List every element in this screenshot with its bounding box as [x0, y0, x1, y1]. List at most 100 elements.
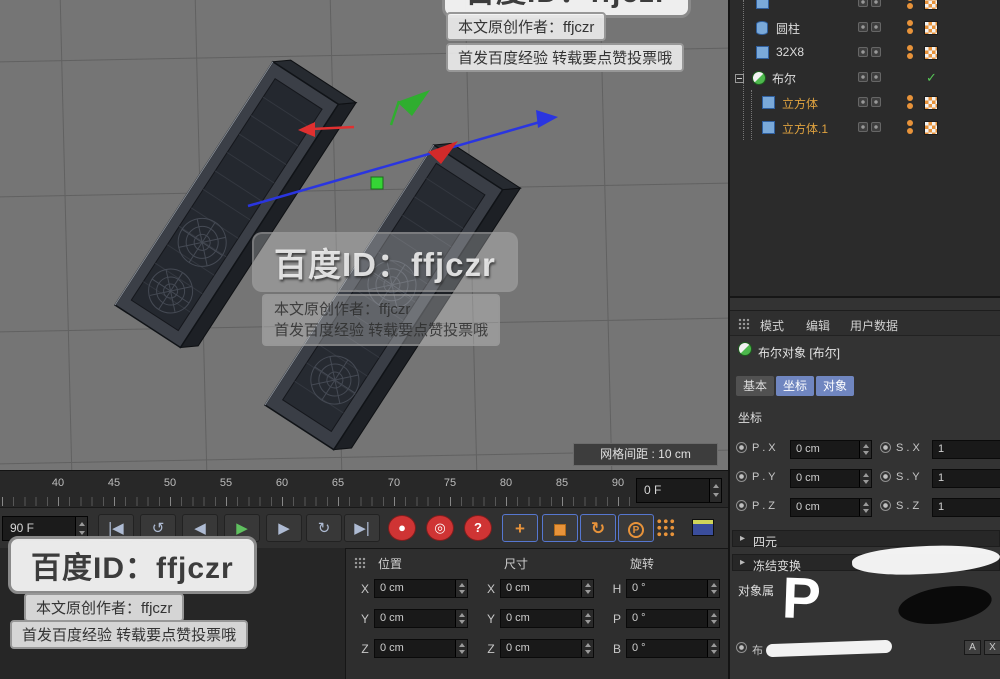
- stepper[interactable]: [455, 610, 467, 627]
- stepper[interactable]: [859, 470, 871, 487]
- object-row-cube[interactable]: 立方体: [730, 91, 1000, 115]
- menu-userdata[interactable]: 用户数据: [850, 317, 898, 334]
- enabled-check-icon[interactable]: ✓: [926, 70, 937, 86]
- object-row-cylinder[interactable]: 圆柱: [730, 16, 1000, 40]
- key-radio[interactable]: [736, 471, 747, 482]
- key-radio[interactable]: [880, 442, 891, 453]
- axis-y-handle[interactable]: [389, 90, 430, 126]
- object-row-partial[interactable]: [730, 0, 1000, 15]
- key-radio[interactable]: [736, 500, 747, 511]
- rot-h-value[interactable]: 0 °: [627, 580, 707, 597]
- collapse-toggle[interactable]: [735, 74, 744, 83]
- pos-x-value[interactable]: 0 cm: [375, 580, 455, 597]
- texture-tag-icon[interactable]: [924, 46, 938, 60]
- py-value[interactable]: 0 cm: [791, 470, 859, 487]
- texture-tag-icon[interactable]: [924, 121, 938, 135]
- grid-dots-button[interactable]: [656, 518, 676, 538]
- key-radio[interactable]: [736, 642, 747, 653]
- pos-y-value[interactable]: 0 cm: [375, 610, 455, 627]
- sz-value[interactable]: 1: [933, 499, 1000, 516]
- pos-z-value[interactable]: 0 cm: [375, 640, 455, 657]
- sx-field[interactable]: 1: [932, 440, 1000, 459]
- size-x-value[interactable]: 0 cm: [501, 580, 581, 597]
- sy-value[interactable]: 1: [933, 470, 1000, 487]
- stepper[interactable]: [581, 580, 593, 597]
- texture-tag-icon[interactable]: [924, 96, 938, 110]
- px-value[interactable]: 0 cm: [791, 441, 859, 458]
- scale-tool-button[interactable]: [542, 514, 578, 542]
- sx-value[interactable]: 1: [933, 441, 1000, 458]
- visibility-dots[interactable]: [858, 47, 881, 57]
- current-frame-field[interactable]: 0 F: [636, 478, 722, 503]
- menu-mode[interactable]: 模式: [760, 317, 784, 334]
- key-radio[interactable]: [880, 500, 891, 511]
- editor-dots[interactable]: [907, 45, 913, 59]
- stepper[interactable]: [581, 640, 593, 657]
- visibility-dots[interactable]: [858, 97, 881, 107]
- py-field[interactable]: 0 cm: [790, 469, 872, 488]
- texture-tag-icon[interactable]: [924, 0, 938, 10]
- stepper[interactable]: [707, 640, 719, 657]
- pos-z-field[interactable]: 0 cm: [374, 639, 468, 658]
- rotate-tool-button[interactable]: ↻: [580, 514, 616, 542]
- loop-button[interactable]: ↻: [306, 514, 342, 542]
- key-radio[interactable]: [880, 471, 891, 482]
- key-radio[interactable]: [736, 442, 747, 453]
- editor-dots[interactable]: [907, 120, 913, 134]
- stepper[interactable]: [859, 441, 871, 458]
- rot-b-field[interactable]: 0 °: [626, 639, 720, 658]
- button-a[interactable]: A: [964, 640, 981, 655]
- tab-object[interactable]: 对象: [816, 376, 855, 396]
- tab-basic[interactable]: 基本: [736, 376, 775, 396]
- object-name[interactable]: 圆柱: [776, 20, 800, 37]
- editor-dots[interactable]: [907, 95, 913, 109]
- record-keyframe-button[interactable]: ●: [388, 515, 416, 541]
- stepper[interactable]: [707, 580, 719, 597]
- size-y-field[interactable]: 0 cm: [500, 609, 594, 628]
- object-row-32x8[interactable]: 32X8: [730, 41, 1000, 65]
- sy-field[interactable]: 1: [932, 469, 1000, 488]
- object-row-cube-1[interactable]: 立方体.1: [730, 116, 1000, 140]
- editor-dots[interactable]: [907, 0, 913, 9]
- pz-value[interactable]: 0 cm: [791, 499, 859, 516]
- stepper[interactable]: [707, 610, 719, 627]
- step-forward-button[interactable]: ▶: [266, 514, 302, 542]
- stepper[interactable]: [455, 640, 467, 657]
- object-name[interactable]: 32X8: [776, 45, 804, 59]
- object-row-boole[interactable]: 布尔 ✓: [730, 66, 1000, 90]
- frame-stepper[interactable]: [709, 479, 721, 502]
- pos-x-field[interactable]: 0 cm: [374, 579, 468, 598]
- visibility-dots[interactable]: [858, 122, 881, 132]
- quaternion-section[interactable]: ▸ 四元: [732, 530, 1000, 549]
- render-view-button[interactable]: [692, 519, 714, 536]
- tab-coord[interactable]: 坐标: [776, 376, 815, 396]
- texture-tag-icon[interactable]: [924, 21, 938, 35]
- viewport-3d[interactable]: 网格间距 : 10 cm 百度ID：ffjczr 本文原创作者：ffjczr 首…: [0, 0, 728, 470]
- visibility-dots[interactable]: [858, 22, 881, 32]
- size-z-value[interactable]: 0 cm: [501, 640, 581, 657]
- timeline-ruler[interactable]: 40 45 50 55 60 65 70 75 80 85 90 0 F: [0, 470, 728, 507]
- pos-y-field[interactable]: 0 cm: [374, 609, 468, 628]
- visibility-dots[interactable]: [858, 72, 881, 82]
- object-name[interactable]: 立方体.1: [782, 120, 828, 137]
- stepper[interactable]: [859, 499, 871, 516]
- size-y-value[interactable]: 0 cm: [501, 610, 581, 627]
- parent-tool-button[interactable]: P: [618, 514, 654, 542]
- sz-field[interactable]: 1: [932, 498, 1000, 517]
- editor-dots[interactable]: [907, 20, 913, 34]
- goto-end-button[interactable]: ▶|: [344, 514, 380, 542]
- move-tool-button[interactable]: +: [502, 514, 538, 542]
- stepper[interactable]: [455, 580, 467, 597]
- button-x[interactable]: X: [984, 640, 1000, 655]
- px-field[interactable]: 0 cm: [790, 440, 872, 459]
- origin-handle[interactable]: [370, 176, 384, 190]
- rot-p-value[interactable]: 0 °: [627, 610, 707, 627]
- pz-field[interactable]: 0 cm: [790, 498, 872, 517]
- visibility-dots[interactable]: [858, 0, 881, 7]
- current-frame-value[interactable]: 0 F: [637, 479, 709, 502]
- menu-edit[interactable]: 编辑: [806, 317, 830, 334]
- rot-h-field[interactable]: 0 °: [626, 579, 720, 598]
- size-x-field[interactable]: 0 cm: [500, 579, 594, 598]
- size-z-field[interactable]: 0 cm: [500, 639, 594, 658]
- object-name[interactable]: 立方体: [782, 95, 818, 112]
